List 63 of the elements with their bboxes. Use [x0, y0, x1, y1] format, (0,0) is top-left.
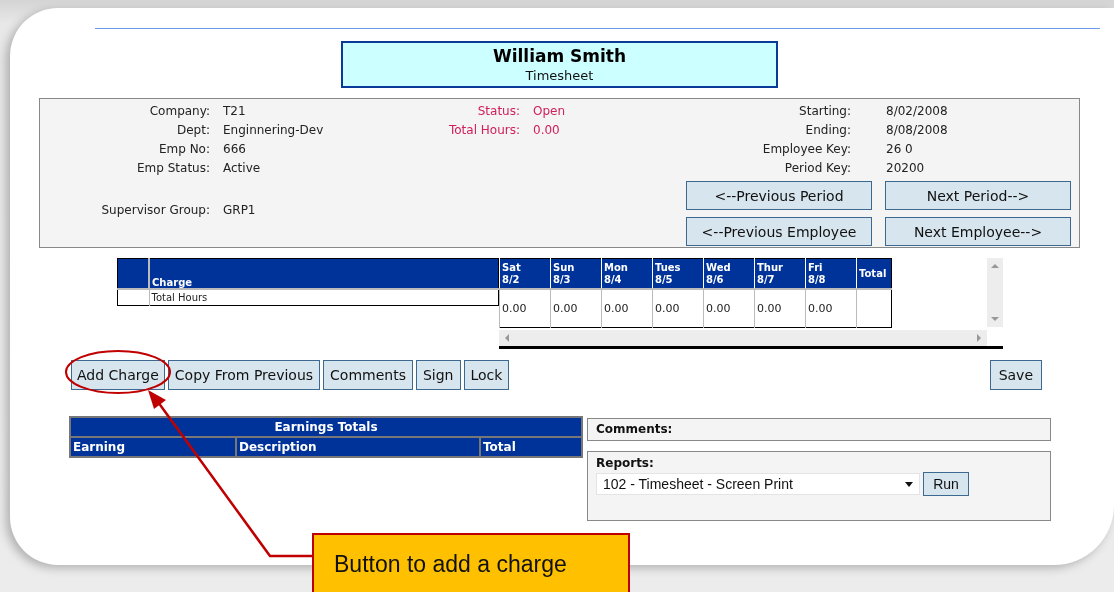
column-header: Fri 8/8	[805, 258, 857, 289]
table-cell: 0.00	[550, 289, 602, 328]
field-value: 0.00	[533, 122, 561, 139]
column-header: Charge	[149, 258, 499, 289]
field-value: Enginnering-Dev	[223, 122, 325, 139]
nav-button[interactable]: <--Previous Employee	[686, 217, 872, 246]
run-button[interactable]: Run	[923, 472, 969, 496]
field-label: Supervisor Group:	[100, 202, 210, 219]
field-label: Dept:	[176, 122, 210, 139]
report-dropdown[interactable]: 102 - Timesheet - Screen Print	[596, 473, 920, 495]
field-value: Active	[223, 160, 262, 177]
table-title: Earnings Totals	[71, 418, 581, 436]
header-cell	[117, 258, 149, 289]
column-header: Total	[481, 438, 581, 456]
action-button[interactable]: Copy From Previous	[167, 360, 321, 390]
column-header: Sun 8/3	[550, 258, 602, 289]
save-button[interactable]: Save	[989, 360, 1042, 390]
column-header: Thur 8/7	[754, 258, 806, 289]
column-header: Description	[237, 438, 479, 456]
nav-button[interactable]: Next Employee-->	[885, 217, 1071, 246]
table-cell: 0.00	[805, 289, 857, 328]
field-value: 8/02/2008	[886, 103, 949, 120]
section-label: Comments:	[596, 422, 673, 436]
column-header: Tues 8/5	[652, 258, 704, 289]
field-label: Company:	[148, 103, 210, 120]
table-cell: Total Hours	[149, 289, 499, 306]
field-value: 8/08/2008	[886, 122, 949, 139]
field-value: 20200	[886, 160, 926, 177]
field-label: Status:	[476, 103, 520, 120]
table-cell: 0.00	[652, 289, 704, 328]
action-button[interactable]: Sign	[415, 360, 461, 390]
vertical-scrollbar[interactable]	[987, 258, 1003, 327]
column-header: Wed 8/6	[703, 258, 755, 289]
field-label: Ending:	[804, 122, 851, 139]
field-value: Open	[533, 103, 567, 120]
section-label: Reports:	[596, 456, 654, 470]
column-header: Sat 8/2	[499, 258, 551, 289]
action-button[interactable]: Lock	[463, 360, 510, 390]
horizontal-scrollbar[interactable]	[499, 330, 987, 346]
column-header: Earning	[71, 438, 235, 456]
table-cell: 0.00	[754, 289, 806, 328]
table-cell: 0.00	[703, 289, 755, 328]
field-value: GRP1	[223, 202, 257, 219]
column-header: Total	[856, 258, 892, 289]
field-label: Emp No:	[157, 141, 210, 158]
page-subtitle: Timesheet	[524, 67, 595, 85]
action-button[interactable]: Add Charge	[71, 360, 165, 390]
callout-box: Button to add a charge	[312, 533, 630, 592]
field-label: Starting:	[798, 103, 851, 120]
field-value: 26 0	[886, 141, 914, 158]
table-cell: 0.00	[499, 289, 551, 328]
field-value: 666	[223, 141, 247, 158]
nav-button[interactable]: <--Previous Period	[686, 181, 872, 210]
field-value: T21	[223, 103, 247, 120]
action-button[interactable]: Comments	[323, 360, 413, 390]
field-label: Employee Key:	[761, 141, 851, 158]
nav-button[interactable]: Next Period-->	[885, 181, 1071, 210]
column-header: Mon 8/4	[601, 258, 653, 289]
field-label: Emp Status:	[136, 160, 210, 177]
table-cell: 0.00	[601, 289, 653, 328]
field-label: Period Key:	[783, 160, 851, 177]
field-label: Total Hours:	[447, 122, 520, 139]
employee-name: William Smith	[491, 45, 628, 67]
